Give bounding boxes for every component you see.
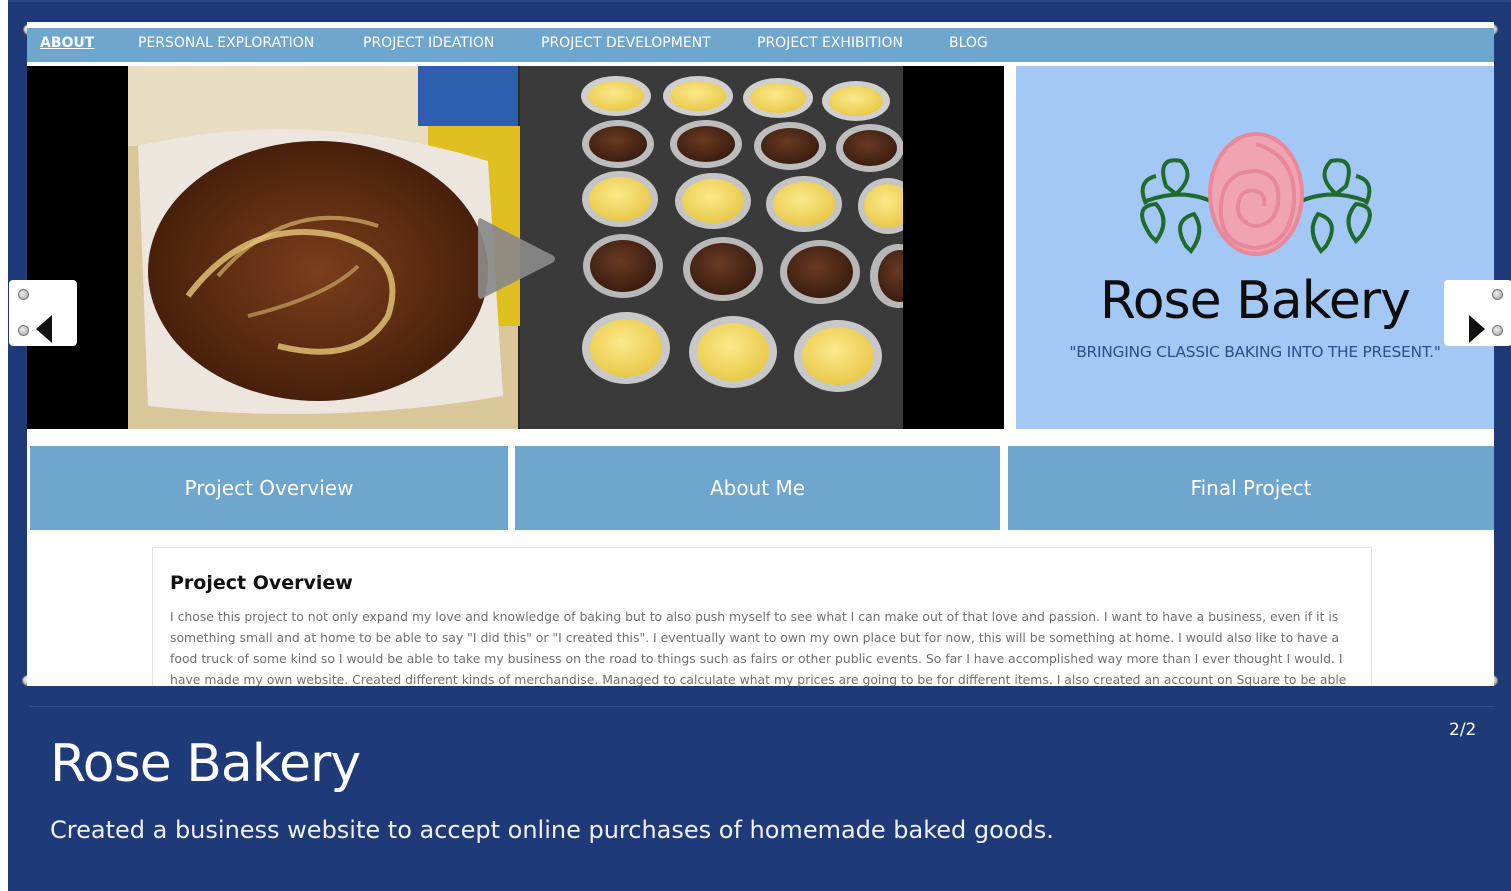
play-icon[interactable] <box>470 211 560 306</box>
pin-icon <box>18 289 29 300</box>
previous-slide-button[interactable] <box>9 280 77 346</box>
tab-project-overview[interactable]: Project Overview <box>30 446 508 530</box>
caption-divider <box>30 706 1495 707</box>
slide-counter: 2/2 <box>1449 720 1477 740</box>
pin-icon <box>18 325 29 336</box>
section-body-text: I chose this project to not only expand … <box>170 609 1347 686</box>
chevron-right-icon <box>1469 315 1485 343</box>
video-player[interactable] <box>27 66 1004 429</box>
nav-item-personal-exploration[interactable]: PERSONAL EXPLORATION <box>138 28 314 62</box>
logo-title: Rose Bakery <box>1099 271 1411 331</box>
chevron-left-icon <box>36 315 52 343</box>
site-nav: ABOUT PERSONAL EXPLORATION PROJECT IDEAT… <box>27 28 1494 64</box>
nav-item-project-exhibition[interactable]: PROJECT EXHIBITION <box>757 28 903 62</box>
pin-icon <box>1492 325 1503 336</box>
slide-screenshot: ABOUT PERSONAL EXPLORATION PROJECT IDEAT… <box>27 22 1494 686</box>
section-heading: Project Overview <box>170 572 353 594</box>
pin-icon <box>1492 289 1503 300</box>
rose-bakery-logo-panel: Rose Bakery "BRINGING CLASSIC BAKING INT… <box>1016 66 1494 429</box>
tab-final-project[interactable]: Final Project <box>1008 446 1494 530</box>
nav-item-project-development[interactable]: PROJECT DEVELOPMENT <box>541 28 711 62</box>
nav-item-blog[interactable]: BLOG <box>949 28 988 62</box>
nav-item-about[interactable]: ABOUT <box>40 28 94 62</box>
caption-description: Created a business website to accept onl… <box>50 816 1054 844</box>
next-slide-button[interactable] <box>1444 280 1511 346</box>
project-overview-section: Project Overview I chose this project to… <box>152 547 1372 686</box>
caption-title: Rose Bakery <box>50 734 361 794</box>
logo-tagline: "BRINGING CLASSIC BAKING INTO THE PRESEN… <box>1069 343 1441 361</box>
tab-about-me[interactable]: About Me <box>515 446 1000 530</box>
rose-logo-icon <box>1140 132 1372 256</box>
nav-item-project-ideation[interactable]: PROJECT IDEATION <box>363 28 494 62</box>
